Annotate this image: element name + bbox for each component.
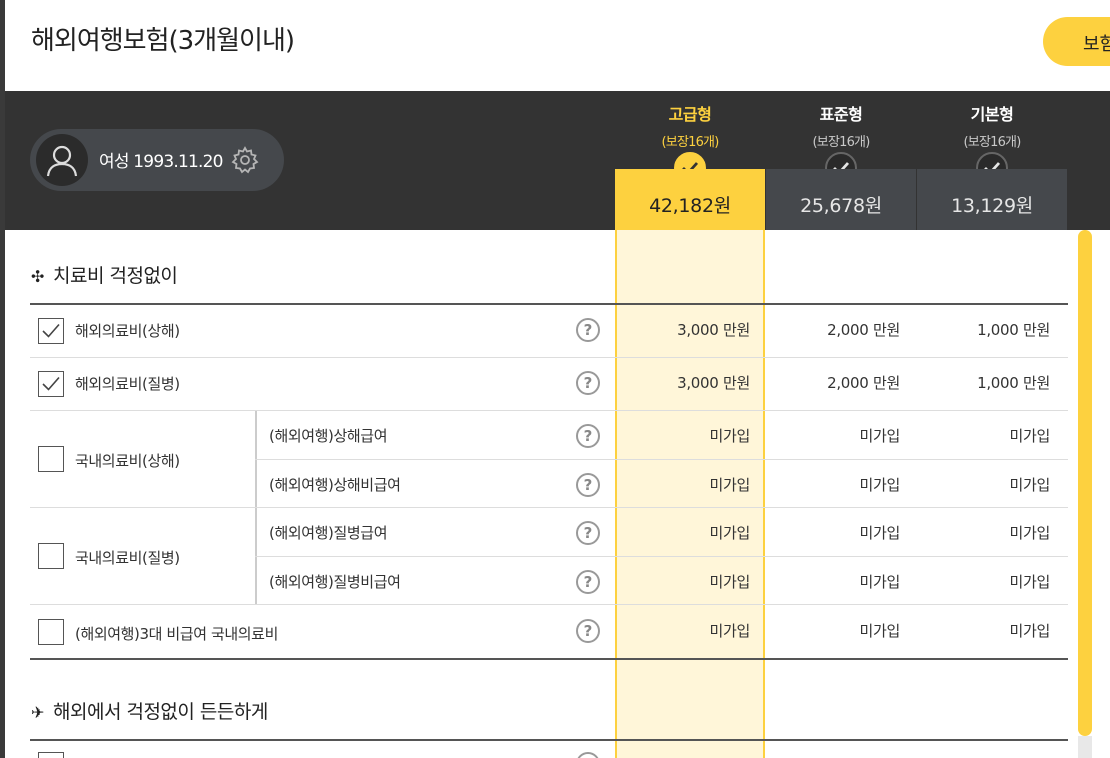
- help-icon[interactable]: ?: [576, 752, 600, 758]
- row-divider: [30, 658, 1068, 660]
- coverage-checkbox[interactable]: [38, 752, 64, 758]
- plan-coverage-count: (보장16개): [661, 135, 720, 150]
- coverage-value: 미가입: [859, 622, 900, 640]
- coverage-table: ✣ 치료비 걱정없이해외의료비(상해)? 3,000 만원 2,000 만원 1,000…: [5, 230, 1110, 758]
- plan-price-3[interactable]: 13,129원: [917, 169, 1067, 230]
- row-divider: [30, 303, 1068, 305]
- sub-coverage-label: (해외여행)상해비급여: [269, 476, 401, 494]
- coverage-checkbox[interactable]: [38, 446, 64, 472]
- help-icon[interactable]: ?: [576, 619, 600, 643]
- help-icon[interactable]: ?: [576, 521, 600, 545]
- scrollbar-track[interactable]: [1078, 736, 1092, 758]
- row-divider: [30, 604, 1068, 605]
- coverage-value: 미가입: [859, 476, 900, 494]
- row-divider: [255, 459, 1068, 460]
- help-icon[interactable]: ?: [576, 473, 600, 497]
- coverage-value: 미가입: [859, 427, 900, 445]
- page-title: 해외여행보험(3개월이내): [31, 26, 295, 56]
- help-icon[interactable]: ?: [576, 424, 600, 448]
- help-icon[interactable]: ?: [576, 371, 600, 395]
- coverage-value: 미가입: [709, 476, 750, 494]
- plan-name: 표준형: [819, 105, 863, 124]
- coverage-value: 미가입: [1009, 524, 1050, 542]
- top-action-button[interactable]: 보험: [1043, 17, 1110, 66]
- sub-coverage-label: (해외여행)상해급여: [269, 427, 388, 445]
- coverage-value: 미가입: [709, 622, 750, 640]
- coverage-checkbox[interactable]: [38, 318, 64, 344]
- coverage-group-label: 국내의료비(상해): [75, 452, 180, 470]
- help-icon[interactable]: ?: [576, 318, 600, 342]
- scrollbar-thumb[interactable]: [1078, 230, 1092, 736]
- profile-info: 여성 1993.11.20: [99, 152, 223, 172]
- airplane-icon: ✈: [31, 703, 44, 722]
- person-icon: [46, 145, 78, 177]
- row-divider: [30, 507, 1068, 508]
- coverage-value: 1,000 만원: [977, 321, 1050, 339]
- plan-coverage-count: (보장16개): [812, 135, 871, 150]
- section-title-text: 해외에서 걱정없이 든든하게: [53, 701, 268, 723]
- coverage-label: (해외여행)3대 비급여 국내의료비: [75, 625, 278, 643]
- coverage-checkbox[interactable]: [38, 543, 64, 569]
- section-title-text: 치료비 걱정없이: [53, 265, 178, 287]
- coverage-value: 미가입: [709, 573, 750, 591]
- plan-price-2[interactable]: 25,678원: [766, 169, 916, 230]
- coverage-value: 미가입: [1009, 476, 1050, 494]
- coverage-value: 2,000 만원: [827, 321, 900, 339]
- plan-name: 고급형: [668, 105, 712, 124]
- coverage-checkbox[interactable]: [38, 371, 64, 397]
- avatar: [36, 134, 88, 186]
- coverage-value: 3,000 만원: [677, 374, 750, 392]
- profile-pill[interactable]: 여성 1993.11.20: [30, 129, 284, 191]
- coverage-value: 미가입: [1009, 622, 1050, 640]
- section-title: ✈ 해외에서 걱정없이 든든하게: [31, 697, 268, 724]
- plan-name: 기본형: [970, 105, 1014, 124]
- coverage-value: 1,000 만원: [977, 374, 1050, 392]
- coverage-label: 해외의료비(질병): [75, 375, 180, 393]
- row-divider: [255, 556, 1068, 557]
- coverage-value: 미가입: [859, 573, 900, 591]
- plan-header-band: 여성 1993.11.20 고급형 (보장16개) 42,182원 표준형 (보장16개…: [5, 91, 1110, 230]
- medical-cross-icon: ✣: [31, 267, 44, 286]
- help-icon[interactable]: ?: [576, 570, 600, 594]
- coverage-value: 2,000 만원: [827, 374, 900, 392]
- coverage-value: 미가입: [1009, 573, 1050, 591]
- row-divider: [30, 357, 1068, 358]
- coverage-group-label: 국내의료비(질병): [75, 549, 180, 567]
- coverage-value: 미가입: [1009, 427, 1050, 445]
- sub-coverage-label: (해외여행)질병급여: [269, 524, 388, 542]
- plan-price-1[interactable]: 42,182원: [615, 169, 765, 230]
- plan-coverage-count: (보장16개): [963, 135, 1022, 150]
- coverage-value: 미가입: [859, 524, 900, 542]
- row-divider: [30, 410, 1068, 411]
- sub-coverage-label: (해외여행)질병비급여: [269, 573, 401, 591]
- row-divider: [30, 739, 1068, 741]
- coverage-value: 미가입: [709, 427, 750, 445]
- section-title: ✣ 치료비 걱정없이: [31, 261, 178, 288]
- gear-icon[interactable]: [230, 145, 260, 175]
- coverage-checkbox[interactable]: [38, 619, 64, 645]
- top-header: 해외여행보험(3개월이내) 보험: [5, 0, 1110, 91]
- coverage-label: 해외의료비(상해): [75, 322, 180, 340]
- coverage-value: 3,000 만원: [677, 321, 750, 339]
- coverage-value: 미가입: [709, 524, 750, 542]
